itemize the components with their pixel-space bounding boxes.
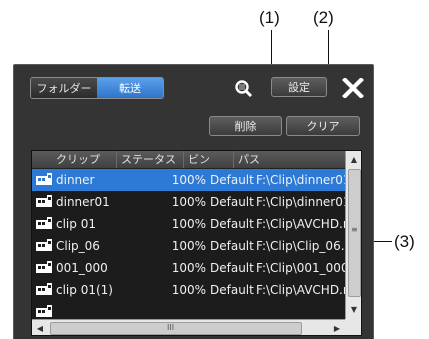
table-row[interactable] [32, 301, 345, 319]
grip-icon: ≡ [351, 225, 358, 234]
table-row[interactable]: clip 01(1) 100% Default F:\Clip\AVCHD.m [32, 279, 345, 301]
clip-icon [36, 195, 52, 207]
column-header-clip[interactable]: クリップ [32, 151, 117, 168]
callout-3: (3) [394, 232, 415, 251]
callout-2: (2) [313, 8, 334, 27]
scrollbar-corner [345, 319, 361, 335]
column-header-bin[interactable]: ビン [184, 151, 234, 168]
list-rows: dinner 100% Default F:\Clip\dinner01. di… [32, 169, 345, 319]
bin-cell: Default [210, 195, 254, 209]
callout-1: (1) [259, 8, 280, 27]
clip-name: 001_000 [56, 261, 108, 275]
clip-icon [36, 173, 52, 185]
clip-name: dinner [56, 173, 95, 187]
path-cell: F:\Clip\001_000. [256, 261, 345, 275]
clip-icon [36, 305, 52, 317]
clip-icon [36, 239, 52, 251]
status-cell: 100% [171, 217, 206, 231]
transfer-list: クリップ ステータス ビン パス dinner 100% Default F:\… [31, 150, 362, 336]
list-header: クリップ ステータス ビン パス [32, 151, 345, 169]
scroll-right-arrow-icon[interactable]: ▶ [329, 320, 345, 335]
clip-name: clip 01 [56, 217, 96, 231]
status-cell: 100% [171, 173, 206, 187]
column-header-status[interactable]: ステータス [117, 151, 184, 168]
clear-button[interactable]: クリア [286, 116, 360, 136]
table-row[interactable]: clip 01 100% Default F:\Clip\AVCHD.m [32, 213, 345, 235]
clip-icon [36, 283, 52, 295]
status-cell: 100% [171, 283, 206, 297]
clip-name: Clip_06 [56, 239, 100, 253]
column-header-path[interactable]: パス [234, 151, 345, 168]
scroll-left-arrow-icon[interactable]: ◀ [32, 320, 48, 335]
horizontal-scrollbar[interactable]: ◀ III ▶ [32, 319, 345, 335]
view-toggle: フォルダー 転送 [30, 77, 164, 99]
path-cell: F:\Clip\dinner01. [256, 173, 345, 187]
transfer-panel: フォルダー 転送 設定 削除 クリア クリップ ステータス ビン パス dinn… [13, 64, 374, 339]
path-cell: F:\Clip\AVCHD.m [256, 217, 345, 231]
bin-cell: Default [210, 283, 254, 297]
clip-icon [36, 261, 52, 273]
scroll-up-arrow-icon[interactable]: ▲ [346, 151, 361, 167]
table-row[interactable]: 001_000 100% Default F:\Clip\001_000. [32, 257, 345, 279]
path-cell: F:\Clip\dinner01. [256, 195, 345, 209]
clip-icon [36, 217, 52, 229]
search-icon[interactable] [232, 78, 256, 98]
table-row[interactable]: dinner 100% Default F:\Clip\dinner01. [32, 169, 345, 191]
vertical-scrollbar[interactable]: ▲ ≡ ▼ [345, 151, 361, 319]
table-row[interactable]: dinner01 100% Default F:\Clip\dinner01. [32, 191, 345, 213]
vertical-scroll-thumb[interactable]: ≡ [348, 169, 361, 297]
clip-name: dinner01 [56, 195, 110, 209]
clip-name: clip 01(1) [56, 283, 113, 297]
path-cell: F:\Clip\AVCHD.m [256, 283, 345, 297]
horizontal-scroll-thumb[interactable]: III [50, 322, 302, 335]
status-cell: 100% [171, 195, 206, 209]
close-icon[interactable] [340, 76, 366, 100]
bin-cell: Default [210, 239, 254, 253]
bin-cell: Default [210, 217, 254, 231]
delete-button[interactable]: 削除 [209, 116, 282, 136]
bin-cell: Default [210, 173, 254, 187]
bin-cell: Default [210, 261, 254, 275]
status-cell: 100% [171, 261, 206, 275]
settings-button[interactable]: 設定 [271, 77, 327, 97]
table-row[interactable]: Clip_06 100% Default F:\Clip\Clip_06.a [32, 235, 345, 257]
scroll-down-arrow-icon[interactable]: ▼ [346, 301, 361, 317]
tab-folder[interactable]: フォルダー [31, 78, 97, 98]
status-cell: 100% [171, 239, 206, 253]
path-cell: F:\Clip\Clip_06.a [256, 239, 345, 253]
tab-transfer[interactable]: 転送 [97, 78, 163, 98]
grip-icon: III [167, 323, 175, 332]
